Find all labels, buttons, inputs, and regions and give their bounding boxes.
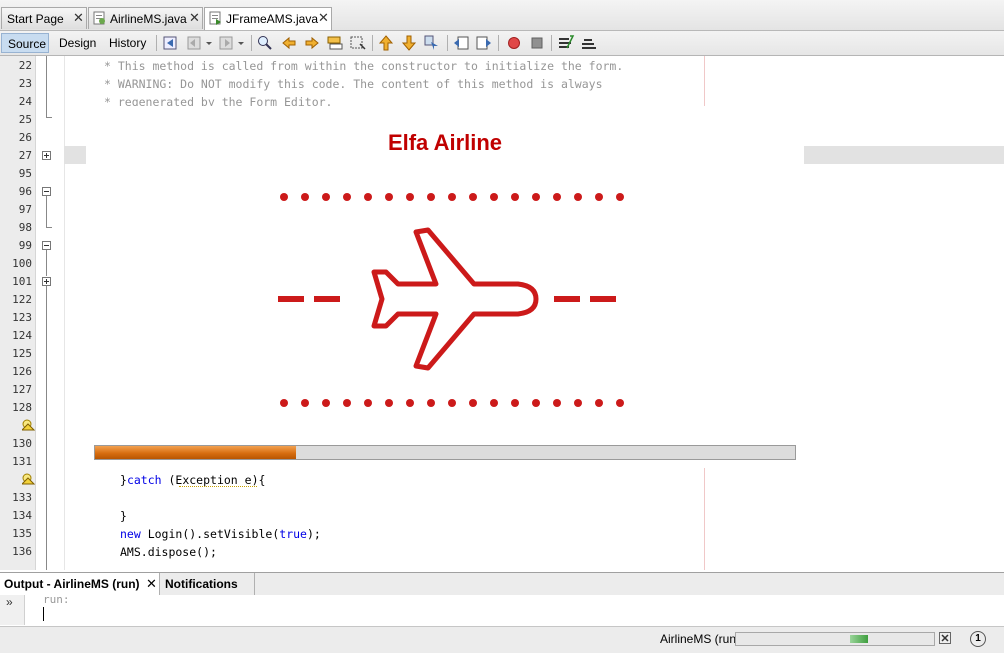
warning-bulb-icon[interactable] [22, 473, 35, 486]
tab-jframeams-java[interactable]: JFrameAMS.java ✕ [204, 7, 332, 30]
line-number: 27 [18, 149, 32, 162]
folded-code-highlight [804, 146, 1004, 164]
form-file-icon [209, 11, 221, 25]
line-number: 136 [12, 545, 32, 558]
editor-toolbar: Source Design History [0, 31, 1004, 56]
line-number: 24 [18, 95, 32, 108]
splash-title: Elfa Airline [387, 130, 503, 155]
line-number: 122 [12, 293, 32, 306]
warning-bulb-icon[interactable] [22, 419, 35, 432]
code-comment-line: * WARNING: Do NOT modify this code. The … [104, 77, 603, 91]
line-number: 131 [12, 455, 32, 468]
comment-icon[interactable] [557, 34, 575, 52]
code-line: } [120, 509, 127, 523]
line-number: 26 [18, 131, 32, 144]
code-line: new Login().setVisible(true); [120, 527, 321, 541]
line-number: 96 [18, 185, 32, 198]
line-number: 99 [18, 239, 32, 252]
collapse-fold-icon[interactable] [42, 187, 51, 196]
airplane-logo-icon [278, 193, 624, 407]
line-number: 130 [12, 437, 32, 450]
line-number: 97 [18, 203, 32, 216]
tab-start-page[interactable]: Start Page ✕ [1, 7, 87, 29]
find-icon[interactable] [256, 34, 274, 52]
line-number: 25 [18, 113, 32, 126]
code-comment-line: * This method is called from within the … [104, 59, 624, 73]
splash-progress-bar [94, 445, 796, 460]
progress-fill [95, 446, 296, 459]
shift-right-icon[interactable] [475, 34, 493, 52]
tab-label: JFrameAMS.java [226, 12, 319, 26]
line-number: 22 [18, 59, 32, 72]
line-number-gutter: 22 23 24 25 26 27 95 96 97 98 99 100 101… [0, 56, 36, 570]
uncomment-icon[interactable] [580, 34, 598, 52]
output-panel[interactable]: » run: [0, 593, 1004, 625]
start-macro-recording-icon[interactable] [505, 34, 523, 52]
line-number: 125 [12, 347, 32, 360]
fold-column [36, 56, 64, 570]
code-comment-line: * regenerated by the Form Editor. [104, 95, 333, 106]
previous-bookmark-icon[interactable] [377, 34, 395, 52]
splash-window: Elfa Airline [86, 106, 804, 462]
design-button[interactable]: Design [53, 33, 102, 53]
find-next-icon[interactable] [303, 34, 321, 52]
close-icon[interactable]: ✕ [73, 10, 84, 26]
tab-label: Output - AirlineMS (run) [4, 577, 140, 591]
code-line: AMS.dispose(); [120, 545, 217, 559]
line-number: 101 [12, 275, 32, 288]
line-number: 133 [12, 491, 32, 504]
rerun-icon[interactable]: » [6, 595, 13, 609]
line-number: 124 [12, 329, 32, 342]
tab-notifications[interactable]: Notifications [161, 573, 255, 595]
chevron-down-icon[interactable] [236, 34, 246, 52]
line-number: 134 [12, 509, 32, 522]
source-button[interactable]: Source [1, 33, 49, 53]
tab-airlinems-java[interactable]: AirlineMS.java ✕ [88, 7, 203, 29]
toggle-bookmark-icon[interactable] [423, 34, 441, 52]
line-number: 100 [12, 257, 32, 270]
tab-label: AirlineMS.java [110, 12, 187, 26]
close-icon[interactable]: ✕ [189, 10, 200, 26]
code-line: }catch (Exception e){ [120, 473, 266, 487]
line-number: 127 [12, 383, 32, 396]
line-number: 128 [12, 401, 32, 414]
expand-fold-icon[interactable] [42, 151, 51, 160]
chevron-down-icon[interactable] [204, 34, 214, 52]
expand-fold-icon[interactable] [42, 277, 51, 286]
line-number: 123 [12, 311, 32, 324]
task-progress-bar [735, 632, 935, 646]
forward-icon[interactable] [218, 34, 236, 52]
back-icon[interactable] [186, 34, 204, 52]
close-icon[interactable]: ✕ [146, 573, 157, 595]
line-number: 95 [18, 167, 32, 180]
line-number: 135 [12, 527, 32, 540]
output-tab-bar: Output - AirlineMS (run) ✕ Notifications [0, 572, 1004, 596]
output-text: run: [43, 593, 70, 606]
cancel-task-icon[interactable] [939, 632, 951, 644]
history-button[interactable]: History [103, 33, 152, 53]
text-caret [43, 607, 44, 621]
toggle-rectangular-selection-icon[interactable] [349, 34, 367, 52]
line-number: 98 [18, 221, 32, 234]
notifications-icon[interactable]: 1 [970, 631, 986, 647]
shift-left-icon[interactable] [452, 34, 470, 52]
editor-tab-bar: Start Page ✕ AirlineMS.java ✕ JFrameAMS.… [0, 0, 1004, 31]
find-previous-icon[interactable] [280, 34, 298, 52]
next-bookmark-icon[interactable] [400, 34, 418, 52]
line-number: 126 [12, 365, 32, 378]
close-icon[interactable]: ✕ [318, 10, 329, 26]
tab-label: Start Page [7, 12, 64, 26]
tab-output[interactable]: Output - AirlineMS (run) ✕ [0, 573, 160, 595]
folded-code-highlight [64, 146, 86, 164]
status-bar: AirlineMS (run) 1 [0, 626, 1004, 653]
java-file-icon [93, 11, 105, 25]
running-task-label: AirlineMS (run) [660, 632, 741, 646]
line-number: 23 [18, 77, 32, 90]
toggle-highlight-icon[interactable] [326, 34, 344, 52]
collapse-fold-icon[interactable] [42, 241, 51, 250]
last-edit-icon[interactable] [162, 34, 180, 52]
stop-macro-recording-icon[interactable] [528, 34, 546, 52]
